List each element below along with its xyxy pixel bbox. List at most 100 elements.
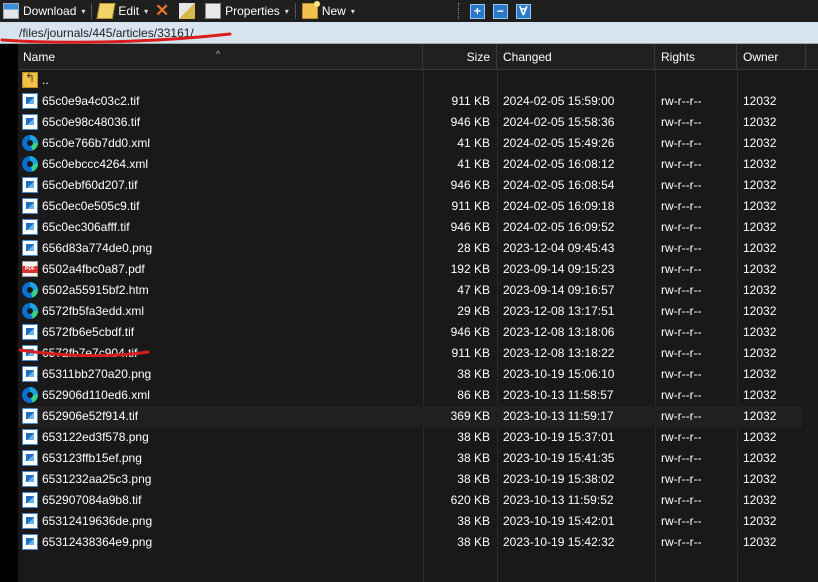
chevron-down-icon[interactable]: ▾ xyxy=(285,7,289,16)
file-changed: 2024-02-05 16:09:18 xyxy=(503,199,615,213)
file-owner: 12032 xyxy=(743,535,777,549)
file-row[interactable]: 65c0e766b7dd0.xml 41 KB 2024-02-05 15:49:2… xyxy=(18,133,818,154)
rename-button[interactable] xyxy=(176,0,202,22)
file-row[interactable]: 6572fb7e7c904.tif 911 KB 2023-12-08 13:18:… xyxy=(18,343,818,364)
file-owner: 12032 xyxy=(743,283,777,297)
column-header-size[interactable]: Size xyxy=(423,44,497,70)
htm-file-icon xyxy=(22,282,38,298)
file-row[interactable]: 653123ffb15ef.png 38 KB 2023-10-19 15:41:3… xyxy=(18,448,818,469)
column-header-rights[interactable]: Rights xyxy=(655,44,737,70)
file-size: 911 KB xyxy=(451,94,490,108)
edit-label: Edit xyxy=(118,4,140,18)
edit-button[interactable]: Edit ▾ xyxy=(95,0,151,22)
parent-directory-row[interactable]: .. xyxy=(18,70,818,91)
scrollbar-track[interactable] xyxy=(802,70,818,582)
tif-file-icon xyxy=(22,93,38,109)
column-header-name[interactable]: Name ^ xyxy=(18,44,423,70)
file-row[interactable]: 652906d110ed6.xml 86 KB 2023-10-13 11:58:5… xyxy=(18,385,818,406)
file-owner: 12032 xyxy=(743,178,777,192)
file-size: 86 KB xyxy=(457,388,490,402)
file-rights: rw-r--r-- xyxy=(661,493,702,507)
file-rights: rw-r--r-- xyxy=(661,409,702,423)
file-owner: 12032 xyxy=(743,241,777,255)
file-owner: 12032 xyxy=(743,409,777,423)
chevron-down-icon[interactable]: ▾ xyxy=(144,7,148,16)
file-name: 65c0ec0e505c9.tif xyxy=(42,199,140,213)
file-rights: rw-r--r-- xyxy=(661,346,702,360)
file-size: 29 KB xyxy=(457,304,490,318)
file-changed: 2024-02-05 16:08:54 xyxy=(503,178,615,192)
file-row[interactable]: 65311bb270a20.png 38 KB 2023-10-19 15:06:1… xyxy=(18,364,818,385)
file-changed: 2023-10-13 11:58:57 xyxy=(503,388,614,402)
new-folder-icon xyxy=(301,1,320,19)
download-label: Download xyxy=(23,4,77,18)
file-row[interactable]: 6502a55915bf2.htm 47 KB 2023-09-14 09:16:5… xyxy=(18,280,818,301)
file-rights: rw-r--r-- xyxy=(661,535,702,549)
file-row[interactable]: 6531232aa25c3.png 38 KB 2023-10-19 15:38:0… xyxy=(18,469,818,490)
file-name: 65312438364e9.png xyxy=(42,535,153,549)
file-rights: rw-r--r-- xyxy=(661,94,702,108)
file-rights: rw-r--r-- xyxy=(661,199,702,213)
file-row[interactable]: 65c0ebccc4264.xml 41 KB 2024-02-05 16:08:1… xyxy=(18,154,818,175)
file-row[interactable]: 65c0e98c48036.tif 946 KB 2024-02-05 15:58:… xyxy=(18,112,818,133)
file-row[interactable]: 652907084a9b8.tif 620 KB 2023-10-13 11:59:… xyxy=(18,490,818,511)
toolbar-divider xyxy=(91,3,93,19)
file-size: 946 KB xyxy=(450,178,490,192)
file-changed: 2024-02-05 16:08:12 xyxy=(503,157,615,171)
chevron-down-icon[interactable]: ▾ xyxy=(81,7,85,16)
file-row[interactable]: 65c0e9a4c03c2.tif 911 KB 2024-02-05 15:59:… xyxy=(18,91,818,112)
column-header-changed[interactable]: Changed xyxy=(497,44,655,70)
xml-file-icon xyxy=(22,135,38,151)
download-icon xyxy=(3,3,19,19)
unselect-icon[interactable]: − xyxy=(492,3,508,19)
file-list[interactable]: Name ^ Size Changed Rights Owner .. 65c0e… xyxy=(18,44,818,582)
file-changed: 2023-10-13 11:59:17 xyxy=(503,409,614,423)
tif-file-icon xyxy=(22,492,38,508)
column-header-owner[interactable]: Owner xyxy=(737,44,806,70)
filter-icon[interactable]: ∀ xyxy=(515,3,531,19)
properties-button[interactable]: Properties ▾ xyxy=(202,0,292,22)
file-size: 41 KB xyxy=(457,157,490,171)
file-row[interactable]: 65312438364e9.png 38 KB 2023-10-19 15:42:3… xyxy=(18,532,818,553)
pdf-file-icon xyxy=(22,261,38,277)
file-row[interactable]: 65c0ebf60d207.tif 946 KB 2024-02-05 16:08:… xyxy=(18,175,818,196)
file-row[interactable]: 652906e52f914.tif 369 KB 2023-10-13 11:59:… xyxy=(18,406,818,427)
chevron-down-icon[interactable]: ▾ xyxy=(351,7,355,16)
file-name: 6502a55915bf2.htm xyxy=(42,283,149,297)
file-changed: 2023-12-08 13:18:22 xyxy=(503,346,615,360)
new-button[interactable]: New ▾ xyxy=(299,0,358,22)
properties-label: Properties xyxy=(225,4,280,18)
file-row[interactable]: 65312419636de.png 38 KB 2023-10-19 15:42:0… xyxy=(18,511,818,532)
file-size: 38 KB xyxy=(457,367,490,381)
file-owner: 12032 xyxy=(743,430,777,444)
file-rights: rw-r--r-- xyxy=(661,514,702,528)
file-changed: 2023-10-19 15:38:02 xyxy=(503,472,615,486)
file-row[interactable]: 6502a4fbc0a87.pdf 192 KB 2023-09-14 09:15:… xyxy=(18,259,818,280)
file-rights: rw-r--r-- xyxy=(661,241,702,255)
tif-file-icon xyxy=(22,198,38,214)
file-name: 65c0ebccc4264.xml xyxy=(42,157,149,171)
file-rights: rw-r--r-- xyxy=(661,262,702,276)
path-bar[interactable]: /files/journals/445/articles/33161/ xyxy=(0,22,818,44)
file-size: 192 KB xyxy=(450,262,490,276)
file-row[interactable]: 653122ed3f578.png 38 KB 2023-10-19 15:37:0… xyxy=(18,427,818,448)
delete-icon: ✕ xyxy=(154,1,170,20)
toolbar-grip[interactable] xyxy=(457,3,461,19)
file-rights: rw-r--r-- xyxy=(661,430,702,444)
file-rights: rw-r--r-- xyxy=(661,304,702,318)
file-name: 65c0ebf60d207.tif xyxy=(42,178,138,192)
file-changed: 2023-12-08 13:18:06 xyxy=(503,325,615,339)
select-all-icon[interactable]: + xyxy=(469,3,485,19)
current-path[interactable]: /files/journals/445/articles/33161/ xyxy=(19,26,194,40)
delete-button[interactable]: ✕ xyxy=(151,0,176,22)
file-row[interactable]: 65c0ec306afff.tif 946 KB 2024-02-05 16:09:… xyxy=(18,217,818,238)
file-name: 6531232aa25c3.png xyxy=(42,472,152,486)
file-row[interactable]: 6572fb6e5cbdf.tif 946 KB 2023-12-08 13:18:… xyxy=(18,322,818,343)
tif-file-icon xyxy=(22,345,38,361)
file-row[interactable]: 65c0ec0e505c9.tif 911 KB 2024-02-05 16:09:… xyxy=(18,196,818,217)
download-button[interactable]: Download ▾ xyxy=(0,0,88,22)
file-size: 38 KB xyxy=(457,535,490,549)
toolbar-divider xyxy=(294,3,296,19)
file-row[interactable]: 6572fb5fa3edd.xml 29 KB 2023-12-08 13:17:5… xyxy=(18,301,818,322)
file-row[interactable]: 656d83a774de0.png 28 KB 2023-12-04 09:45:4… xyxy=(18,238,818,259)
